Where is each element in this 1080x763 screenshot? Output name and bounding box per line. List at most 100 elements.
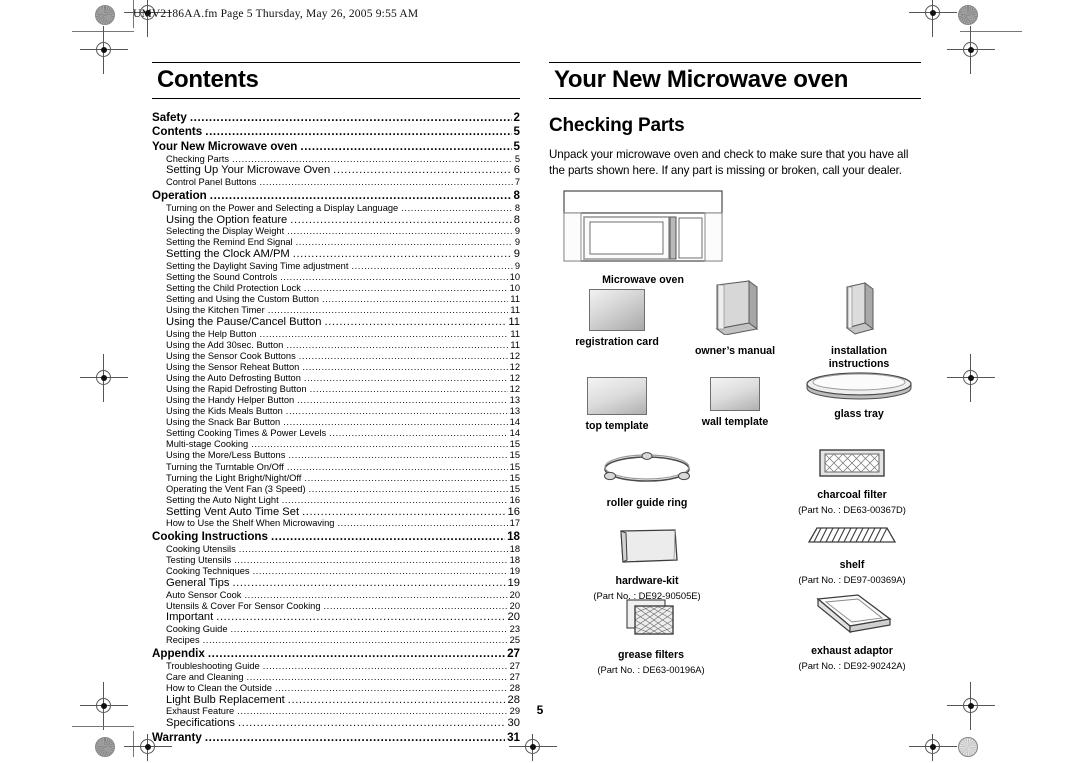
toc-entry[interactable]: Cooking Guide...........................… <box>152 624 520 635</box>
toc-entry[interactable]: Using the Rapid Defrosting Button.......… <box>152 384 520 395</box>
toc-entry[interactable]: Setting Cooking Times & Power Levels....… <box>152 428 520 439</box>
toc-entry[interactable]: Testing Utensils........................… <box>152 555 520 566</box>
toc-entry[interactable]: Cooking Instructions....................… <box>152 529 520 544</box>
toc-entry[interactable]: Using the Option feature................… <box>152 214 520 226</box>
toc-entry-label: Using the Help Button <box>166 328 257 339</box>
part-caption: top template <box>585 419 649 432</box>
toc-entry[interactable]: Using the Pause/Cancel Button...........… <box>152 316 520 328</box>
part-shelf: shelf (Part No. : DE97-00369A) <box>777 523 927 585</box>
part-caption: charcoal filter <box>817 488 887 501</box>
toc-leader-dots: ........................................… <box>205 126 511 138</box>
toc-leader-dots: ........................................… <box>259 178 512 188</box>
toc-entry[interactable]: Turning the Turntable On/Off............… <box>152 462 520 473</box>
halftone-target-top-left <box>95 5 115 25</box>
toc-entry[interactable]: Important...............................… <box>152 612 520 624</box>
toc-entry-page: 11 <box>508 315 520 328</box>
toc-leader-dots: ........................................… <box>281 495 508 505</box>
registration-mark-bottom-right <box>909 734 957 761</box>
toc-entry[interactable]: Appendix................................… <box>152 646 520 661</box>
toc-entry[interactable]: Using the Help Button...................… <box>152 329 520 340</box>
toc-leader-dots: ........................................… <box>298 351 508 361</box>
toc-entry-page: 2 <box>513 110 520 124</box>
toc-entry[interactable]: Using the Add 30sec. Button.............… <box>152 340 520 351</box>
toc-entry[interactable]: Your New Microwave oven.................… <box>152 139 520 154</box>
toc-entry-label: Auto Sensor Cook <box>166 589 242 600</box>
toc-entry[interactable]: Using the Kitchen Timer.................… <box>152 305 520 316</box>
toc-entry[interactable]: Using the Handy Helper Button...........… <box>152 395 520 406</box>
toc-leader-dots: ........................................… <box>267 306 509 316</box>
toc-entry[interactable]: How to Clean the Outside................… <box>152 683 520 694</box>
toc-leader-dots: ........................................… <box>202 636 508 646</box>
part-number: (Part No. : DE63-00367D) <box>798 503 906 515</box>
part-caption: installation instructions <box>828 344 890 370</box>
toc-entry[interactable]: Using the Sensor Cook Buttons...........… <box>152 351 520 362</box>
toc-entry[interactable]: Operation...............................… <box>152 188 520 203</box>
toc-entry-page: 9 <box>513 248 520 261</box>
part-caption: shelf <box>839 558 865 571</box>
glass-tray-icon <box>806 372 912 400</box>
toc-entry[interactable]: Safety..................................… <box>152 110 520 125</box>
toc-entry-label: Setting the Daylight Saving Time adjustm… <box>166 260 349 271</box>
toc-entry-page: 7 <box>514 177 520 188</box>
toc-entry-page: 12 <box>509 372 520 383</box>
toc-entry[interactable]: Setting Vent Auto Time Set..............… <box>152 506 520 518</box>
page-title-contents: Contents <box>152 62 520 99</box>
toc-entry[interactable]: Setting and Using the Custom Button.....… <box>152 294 520 305</box>
toc-entry[interactable]: Cooking Techniques......................… <box>152 566 520 577</box>
toc-entry[interactable]: Using the Kids Meals Button.............… <box>152 406 520 417</box>
toc-entry[interactable]: Care and Cleaning.......................… <box>152 672 520 683</box>
toc-entry[interactable]: Turning on the Power and Selecting a Dis… <box>152 203 520 214</box>
toc-entry-page: 12 <box>509 361 520 372</box>
toc-entry[interactable]: Setting Up Your Microwave Oven..........… <box>152 165 520 177</box>
toc-entry[interactable]: Setting the Child Protection Lock.......… <box>152 283 520 294</box>
toc-entry[interactable]: Utensils & Cover For Sensor Cooking.....… <box>152 601 520 612</box>
toc-leader-dots: ........................................… <box>290 214 512 226</box>
toc-entry-page: 11 <box>510 305 520 316</box>
toc-entry[interactable]: Setting the Auto Night Light............… <box>152 495 520 506</box>
toc-entry[interactable]: Auto Sensor Cook........................… <box>152 590 520 601</box>
toc-entry[interactable]: Turning the Light Bright/Night/Off......… <box>152 473 520 484</box>
toc-entry-label: Using the Option feature <box>166 213 288 226</box>
toc-entry[interactable]: General Tips............................… <box>152 577 520 589</box>
registration-mark-upper-right <box>947 26 995 74</box>
toc-entry-label: Turning the Turntable On/Off <box>166 461 284 472</box>
toc-entry-label: Setting the Clock AM/PM <box>166 248 290 261</box>
toc-entry[interactable]: Using the More/Less Buttons.............… <box>152 451 520 462</box>
toc-entry[interactable]: Control Panel Buttons...................… <box>152 177 520 188</box>
toc-entry[interactable]: Checking Parts..........................… <box>152 154 520 165</box>
toc-entry[interactable]: Recipes.................................… <box>152 635 520 646</box>
toc-entry[interactable]: Setting the Clock AM/PM.................… <box>152 248 520 261</box>
toc-entry-page: 30 <box>507 717 520 730</box>
toc-entry[interactable]: Setting the Daylight Saving Time adjustm… <box>152 261 520 272</box>
toc-entry-label: Turning the Light Bright/Night/Off <box>166 472 302 483</box>
toc-entry-label: General Tips <box>166 576 230 589</box>
toc-entry[interactable]: Using the Snack Bar Button..............… <box>152 417 520 428</box>
toc-entry-page: 10 <box>509 282 520 293</box>
toc-leader-dots: ........................................… <box>270 530 505 543</box>
toc-entry-page: 15 <box>509 450 520 461</box>
toc-entry[interactable]: Operating the Vent Fan (3 Speed)........… <box>152 484 520 495</box>
toc-entry[interactable]: Setting the Remind End Signal...........… <box>152 237 520 248</box>
part-installation-instructions: installation instructions <box>799 281 919 370</box>
toc-entry-page: 18 <box>509 555 520 565</box>
toc-leader-dots: ........................................… <box>209 189 512 202</box>
toc-entry[interactable]: Troubleshooting Guide...................… <box>152 661 520 672</box>
toc-entry[interactable]: Warranty................................… <box>152 730 520 745</box>
toc-entry[interactable]: Setting the Sound Controls..............… <box>152 272 520 283</box>
toc-leader-dots: ........................................… <box>401 203 513 213</box>
toc-entry[interactable]: Using the Sensor Reheat Button..........… <box>152 362 520 373</box>
toc-entry[interactable]: Multi-stage Cooking.....................… <box>152 440 520 451</box>
toc-entry-label: Utensils & Cover For Sensor Cooking <box>166 600 321 611</box>
toc-entry[interactable]: Selecting the Display Weight............… <box>152 226 520 237</box>
toc-leader-dots: ........................................… <box>238 544 508 554</box>
toc-entry[interactable]: Specifications..........................… <box>152 718 520 730</box>
toc-entry[interactable]: Using the Auto Defrosting Button........… <box>152 373 520 384</box>
toc-entry-page: 8 <box>514 202 520 213</box>
toc-leader-dots: ........................................… <box>286 340 508 350</box>
toc-entry[interactable]: Contents................................… <box>152 125 520 140</box>
toc-entry[interactable]: Cooking Utensils........................… <box>152 544 520 555</box>
roller-guide-ring-icon <box>604 452 690 482</box>
toc-entry-label: Using the Sensor Cook Buttons <box>166 350 296 361</box>
halftone-target-top-right <box>958 5 978 25</box>
toc-entry[interactable]: How to Use the Shelf When Microwaving...… <box>152 518 520 529</box>
